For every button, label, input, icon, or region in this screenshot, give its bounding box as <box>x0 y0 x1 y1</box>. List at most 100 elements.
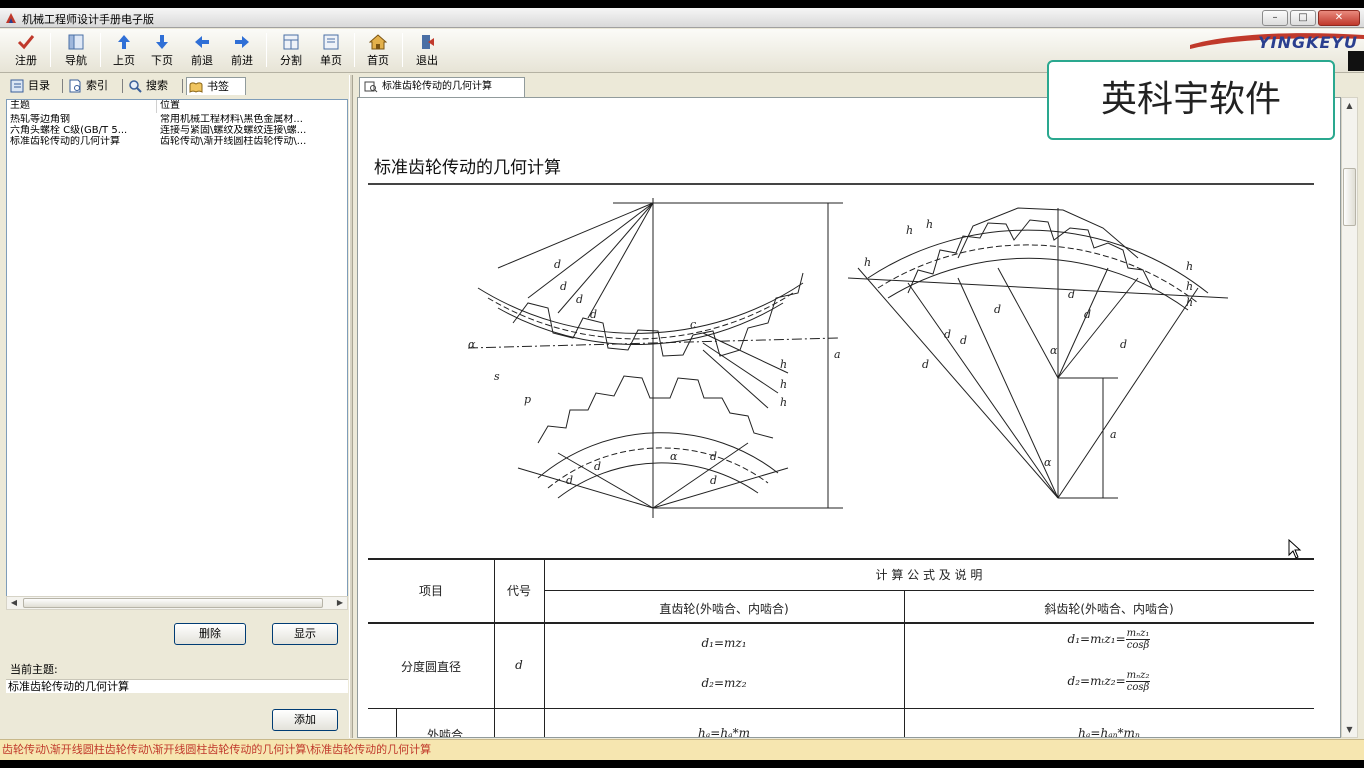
header-formula: 计 算 公 式 及 说 明 <box>875 568 983 582</box>
current-topic-field[interactable]: 标准齿轮传动的几何计算 <box>6 679 348 693</box>
svg-text:d: d <box>944 328 951 341</box>
checkmark-icon <box>17 35 35 50</box>
current-topic-label: 当前主题: <box>10 663 58 676</box>
brand-text: YINGKEYU <box>1258 33 1358 52</box>
row-pitch-diameter: 分度圆直径 <box>400 660 461 674</box>
split-view-button[interactable]: 分割 <box>271 32 311 70</box>
formula-helical-d1: d₁=mₜz₁= mₙz₁ cosβ <box>1067 628 1151 651</box>
arrow-up-icon <box>118 35 130 49</box>
scroll-down-icon[interactable]: ▼ <box>1342 722 1357 737</box>
next-page-button[interactable]: 下页 <box>142 32 182 70</box>
svg-text:a: a <box>1110 428 1117 441</box>
svg-text:h: h <box>1186 296 1193 309</box>
add-button[interactable]: 添加 <box>272 709 338 731</box>
scroll-up-icon[interactable]: ▲ <box>1342 98 1357 113</box>
forward-button[interactable]: 前进 <box>222 32 262 70</box>
tab-contents[interactable]: 目录 <box>8 77 60 95</box>
vertical-scrollbar[interactable]: ▲ ▼ <box>1341 97 1358 738</box>
svg-text:d: d <box>566 474 573 487</box>
scrollbar-thumb[interactable] <box>1343 168 1356 226</box>
minimize-button[interactable]: – <box>1262 10 1288 26</box>
table-top-rule <box>368 558 1314 560</box>
svg-text:d: d <box>554 258 561 271</box>
svg-text:d: d <box>710 474 717 487</box>
exit-button[interactable]: 退出 <box>407 32 447 70</box>
tab-index[interactable]: 索引 <box>66 77 120 95</box>
navigation-button[interactable]: 导航 <box>56 32 96 70</box>
arrow-right-icon <box>235 36 249 48</box>
helical-gear-diagram: h hh hhh d dd dddd ααa <box>848 207 1228 499</box>
home-icon <box>369 34 387 50</box>
search-icon <box>129 80 142 93</box>
table-header-rule <box>544 590 1314 591</box>
svg-text:h: h <box>864 256 871 269</box>
svg-text:h: h <box>780 396 787 409</box>
column-header-location[interactable]: 位置 <box>157 100 347 113</box>
app-icon <box>6 13 16 23</box>
svg-text:a: a <box>834 348 841 361</box>
watermark-label: 英科宇软件 <box>1047 60 1335 140</box>
delete-button[interactable]: 删除 <box>174 623 246 645</box>
single-page-icon <box>323 34 339 50</box>
svg-text:h: h <box>780 378 787 391</box>
document-panel: 标准齿轮传动的几何计算 标准齿轮传动的几何计算 d d d d α s p c … <box>355 75 1361 738</box>
exit-icon <box>422 35 434 49</box>
svg-text:d: d <box>576 293 583 306</box>
formula-helical-ha: hₐ=hₐₙ*mₙ <box>1078 726 1140 738</box>
scroll-left-icon[interactable]: ◀ <box>7 597 21 609</box>
svg-text:d: d <box>1120 338 1127 351</box>
svg-text:α: α <box>1050 344 1058 357</box>
svg-text:α: α <box>1044 456 1052 469</box>
formula-table: 项目 代号 计 算 公 式 及 说 明 直齿轮(外啮合、内啮合) 斜齿轮(外啮合… <box>368 558 1314 738</box>
tab-search[interactable]: 搜索 <box>126 77 182 95</box>
mouse-cursor-icon <box>1288 539 1302 559</box>
close-button[interactable]: ✕ <box>1318 10 1360 26</box>
previous-page-button[interactable]: 上页 <box>104 32 144 70</box>
split-view-icon <box>283 34 299 50</box>
document-view[interactable]: 标准齿轮传动的几何计算 d d d d α s p c h h h α d d … <box>357 97 1341 738</box>
horizontal-scrollbar[interactable]: ◀ ▶ <box>6 596 348 610</box>
scrollbar-thumb[interactable] <box>23 598 323 608</box>
spur-gear-mesh-diagram: dddd αsp chhh α ddd d a <box>467 198 843 518</box>
list-item[interactable]: 热轧等边角钢 常用机械工程材料\黑色金属材... <box>7 114 347 125</box>
list-item[interactable]: 标准齿轮传动的几何计算 齿轮传动\渐开线圆柱齿轮传动\... <box>7 136 347 147</box>
svg-text:p: p <box>524 393 531 406</box>
svg-text:h: h <box>1186 260 1193 273</box>
page-title: 标准齿轮传动的几何计算 <box>374 158 561 178</box>
list-item[interactable]: 六角头螺栓 C级(GB/T 5... 连接与紧固\螺纹及螺纹连接\螺... <box>7 125 347 136</box>
svg-text:d: d <box>560 280 567 293</box>
formula-spur-ha: hₐ=hₐ*m <box>698 726 750 738</box>
svg-text:h: h <box>780 358 787 371</box>
formula-helical-d2: d₂=mₜz₂= mₙz₂ cosβ <box>1067 670 1151 693</box>
show-button[interactable]: 显示 <box>272 623 338 645</box>
formula-spur-d2: d₂=mz₂ <box>701 676 747 690</box>
svg-text:d: d <box>960 334 967 347</box>
left-panel: 目录 索引 搜索 书签 主题 位置 热轧等边角钢 常用机械工程材料\黑色金属材.… <box>4 75 348 738</box>
header-helical: 斜齿轮(外啮合、内啮合) <box>1044 602 1174 616</box>
tab-bookmarks[interactable]: 书签 <box>186 77 246 95</box>
home-button[interactable]: 首页 <box>358 32 398 70</box>
row-external-mesh: 外啮合 <box>426 728 463 738</box>
column-header-topic[interactable]: 主题 <box>7 100 157 113</box>
svg-text:d: d <box>1068 288 1075 301</box>
panel-splitter[interactable] <box>349 75 353 738</box>
svg-text:c: c <box>690 318 696 331</box>
back-button[interactable]: 前退 <box>182 32 222 70</box>
navigation-icon <box>68 34 84 50</box>
document-search-icon <box>364 81 378 93</box>
maximize-button[interactable]: □ <box>1290 10 1316 26</box>
bookmark-list[interactable]: 主题 位置 热轧等边角钢 常用机械工程材料\黑色金属材... 六角头螺栓 C级(… <box>6 99 348 601</box>
list-header: 主题 位置 <box>7 100 347 113</box>
svg-text:h: h <box>1186 280 1193 293</box>
single-page-button[interactable]: 单页 <box>311 32 351 70</box>
register-button[interactable]: 注册 <box>6 32 46 70</box>
document-tab[interactable]: 标准齿轮传动的几何计算 <box>359 77 525 97</box>
index-icon <box>69 79 81 93</box>
header-code: 代号 <box>506 584 531 598</box>
table-row-rule <box>368 708 1314 709</box>
svg-text:s: s <box>494 370 500 383</box>
svg-text:d: d <box>710 450 717 463</box>
contents-icon <box>10 79 24 93</box>
left-tabs: 目录 索引 搜索 书签 <box>4 75 348 97</box>
scroll-right-icon[interactable]: ▶ <box>333 597 347 609</box>
